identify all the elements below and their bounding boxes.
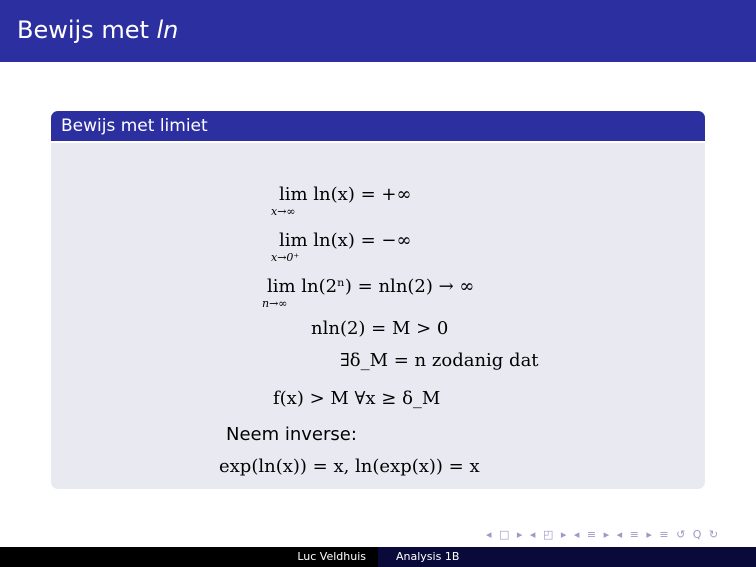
slide-title: Bewijs met ln [17, 16, 179, 44]
footer-course: Analysis 1B [378, 547, 756, 567]
title-bar: Bewijs met ln [0, 0, 756, 62]
theorem-block: Bewijs met limiet [51, 111, 705, 489]
eq-exp-ln: exp(ln(x)) = x, ln(exp(x)) = x [219, 456, 480, 477]
eq-limit-power: lim ln(2ⁿ) = nln(2) → ∞ [267, 276, 475, 297]
eq-limit-power-sub: n→∞ [262, 297, 288, 310]
eq-limit-zero: lim ln(x) = −∞ [279, 230, 412, 251]
eq-nln2: nln(2) = M > 0 [311, 318, 449, 339]
beamer-navigation[interactable]: ◂ □ ▸ ◂ ◰ ▸ ◂ ≡ ▸ ◂ ≡ ▸ ≡ ↺ Q ↻ [486, 528, 720, 541]
eq-limit-zero-sub: x→0⁺ [271, 251, 300, 264]
eq-limit-infinity: lim ln(x) = +∞ [279, 184, 412, 205]
eq-delta: ∃δ_M = n zodanig dat [340, 350, 539, 371]
text-neem-inverse: Neem inverse: [226, 424, 357, 445]
footer-author: Luc Veldhuis [297, 550, 366, 563]
eq-limit-infinity-sub: x→∞ [271, 205, 296, 218]
footer: Luc Veldhuis Analysis 1B [0, 547, 756, 567]
block-title: Bewijs met limiet [51, 111, 705, 143]
eq-fx: f(x) > M ∀x ≥ δ_M [273, 388, 441, 409]
